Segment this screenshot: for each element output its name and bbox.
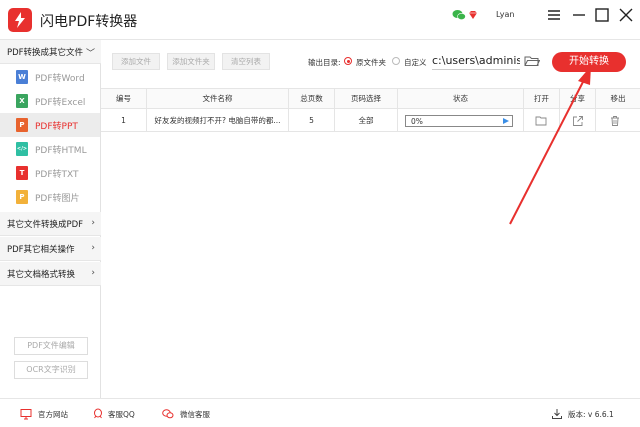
maximize-icon[interactable]	[593, 6, 611, 24]
sidebar-section-pdf-other-ops[interactable]: PDF其它相关操作 ›	[0, 237, 101, 261]
sidebar-item-pdf-to-word[interactable]: W PDF转Word	[0, 65, 100, 89]
sidebar-item-label: PDF转图片	[35, 194, 80, 204]
col-pages: 总页数	[289, 89, 335, 110]
col-index: 编号	[101, 89, 147, 110]
sidebar-section-other-to-pdf[interactable]: 其它文件转换成PDF ›	[0, 212, 101, 236]
word-file-icon: W	[16, 70, 28, 84]
sidebar-section-label: 其它文件转换成PDF	[7, 220, 84, 230]
radio-source-folder[interactable]	[344, 57, 352, 65]
sidebar-section-pdf-to-other[interactable]: PDF转换成其它文件 ﹀	[0, 40, 101, 64]
radio-custom-folder-label: 自定义	[404, 58, 427, 67]
share-icon[interactable]	[572, 115, 584, 127]
sidebar: PDF转换成其它文件 ﹀ W PDF转Word X PDF转Excel P PD…	[0, 40, 101, 398]
sidebar-item-pdf-to-ppt[interactable]: P PDF转PPT	[0, 113, 100, 137]
sidebar-item-label: PDF转PPT	[35, 122, 78, 132]
app-title: 闪电PDF转换器	[40, 14, 138, 30]
cell-index: 1	[101, 110, 147, 132]
title-bar: 闪电PDF转换器 Lyan	[0, 0, 640, 40]
table-header: 编号 文件名称 总页数 页码选择 状态 打开 分享 移出	[101, 88, 640, 110]
col-status: 状态	[398, 89, 524, 110]
wechat-support-icon[interactable]	[162, 408, 174, 420]
sidebar-item-label: PDF转TXT	[35, 170, 79, 180]
cell-filename: 好友发的视频打不开? 电脑自带的都...	[147, 110, 289, 132]
radio-source-folder-label: 原文件夹	[356, 58, 386, 67]
progress-text: 0%	[411, 117, 423, 126]
status-bar: 官方网站 客服QQ 微信客服 版本: v 6.6.1	[0, 398, 640, 427]
excel-file-icon: X	[16, 94, 28, 108]
clear-list-button[interactable]: 清空列表	[222, 53, 270, 70]
qq-icon[interactable]	[92, 408, 104, 420]
txt-file-icon: T	[16, 166, 28, 180]
cell-page-range[interactable]: 全部	[335, 110, 398, 132]
chevron-down-icon: ﹀	[85, 49, 95, 59]
sidebar-item-label: PDF转Word	[35, 74, 85, 84]
open-folder-icon[interactable]	[535, 115, 547, 127]
sidebar-section-label: PDF其它相关操作	[7, 245, 75, 255]
sidebar-item-label: PDF转Excel	[35, 98, 86, 108]
start-convert-button[interactable]: 开始转换	[552, 52, 626, 72]
website-icon[interactable]	[20, 408, 32, 420]
chevron-right-icon: ›	[91, 268, 95, 278]
sidebar-item-pdf-to-txt[interactable]: T PDF转TXT	[0, 161, 100, 185]
pdf-edit-button[interactable]: PDF文件编辑	[14, 337, 88, 355]
wechat-support-link[interactable]: 微信客服	[180, 409, 210, 420]
progress-bar: 0%	[405, 115, 513, 127]
sidebar-section-label: 其它文档格式转换	[7, 270, 76, 280]
ppt-file-icon: P	[16, 118, 28, 132]
sidebar-item-label: PDF转HTML	[35, 146, 87, 156]
image-file-icon: P	[16, 190, 28, 204]
menu-icon[interactable]	[545, 6, 563, 24]
sidebar-section-label: PDF转换成其它文件	[7, 48, 84, 58]
username[interactable]: Lyan	[496, 10, 514, 19]
sidebar-section-other-formats[interactable]: 其它文档格式转换 ›	[0, 262, 101, 286]
sidebar-item-pdf-to-excel[interactable]: X PDF转Excel	[0, 89, 100, 113]
chevron-right-icon: ›	[91, 243, 95, 253]
sidebar-item-pdf-to-image[interactable]: P PDF转图片	[0, 185, 100, 209]
version-text: 版本: v 6.6.1	[568, 410, 614, 419]
close-icon[interactable]	[617, 6, 635, 24]
qq-support-link[interactable]: 客服QQ	[108, 409, 135, 420]
add-file-button[interactable]: 添加文件	[112, 53, 160, 70]
col-page-range: 页码选择	[335, 89, 398, 110]
ocr-button[interactable]: OCR文字识别	[14, 361, 88, 379]
output-dir-label: 输出目录:	[308, 58, 341, 67]
vip-diamond-icon[interactable]	[468, 10, 478, 20]
col-open: 打开	[524, 89, 560, 110]
website-link[interactable]: 官方网站	[38, 409, 68, 420]
play-icon[interactable]	[503, 118, 509, 124]
wechat-icon[interactable]	[452, 9, 466, 21]
folder-icon[interactable]	[524, 55, 540, 67]
cell-pages: 5	[289, 110, 335, 132]
trash-icon[interactable]	[609, 115, 621, 127]
table-row[interactable]: 1 好友发的视频打不开? 电脑自带的都... 5 全部	[101, 110, 640, 132]
add-folder-button[interactable]: 添加文件夹	[167, 53, 215, 70]
sidebar-item-pdf-to-html[interactable]: </> PDF转HTML	[0, 137, 100, 161]
html-file-icon: </>	[16, 142, 28, 156]
minimize-icon[interactable]	[570, 6, 588, 24]
app-logo-icon	[8, 8, 32, 32]
output-path-input[interactable]	[432, 52, 520, 70]
radio-custom-folder[interactable]	[392, 57, 400, 65]
download-icon[interactable]	[551, 408, 563, 420]
col-filename: 文件名称	[147, 89, 289, 110]
col-share: 分享	[560, 89, 596, 110]
chevron-right-icon: ›	[91, 218, 95, 228]
col-remove: 移出	[610, 94, 626, 103]
